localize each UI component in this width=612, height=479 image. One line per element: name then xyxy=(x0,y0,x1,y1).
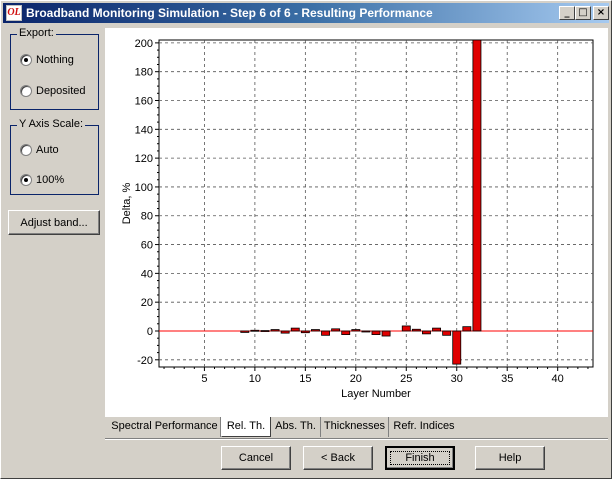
tab-label: Rel. Th. xyxy=(226,420,266,432)
x-tick-label: 30 xyxy=(451,373,463,385)
tab-thicknesses[interactable]: Thicknesses xyxy=(321,417,389,437)
tab-label: Spectral Performance xyxy=(111,420,218,432)
y-tick-label: 0 xyxy=(147,326,153,338)
separator xyxy=(105,438,608,440)
x-tick-label: 20 xyxy=(350,373,362,385)
bar xyxy=(462,326,472,332)
plot-frame xyxy=(158,39,594,368)
y-tick-label: 180 xyxy=(135,67,153,79)
window-title: Broadband Monitoring Simulation - Step 6… xyxy=(26,6,433,20)
tab-label: Refr. Indices xyxy=(393,420,455,432)
bar xyxy=(452,330,462,365)
adjust-band-label: Adjust band... xyxy=(20,216,88,229)
bar xyxy=(442,330,452,336)
export-group-label: Export: xyxy=(17,27,56,39)
y-tick-label: 120 xyxy=(135,153,153,165)
y-axis-label: Delta, % xyxy=(121,182,133,224)
radio-label: Nothing xyxy=(36,54,74,66)
radio-indicator[interactable] xyxy=(20,85,32,97)
bar xyxy=(260,330,270,332)
y-tick-label: 160 xyxy=(135,96,153,108)
bar xyxy=(432,327,441,332)
radio-label: Deposited xyxy=(36,85,86,97)
tab-label: Thicknesses xyxy=(323,420,386,432)
tab-spectral-performance[interactable]: Spectral Performance xyxy=(109,417,221,437)
bar xyxy=(250,329,260,332)
tab-strip: Spectral Performance Rel. Th. Abs. Th. T… xyxy=(105,417,608,437)
bar xyxy=(422,330,431,335)
bar xyxy=(472,39,482,332)
x-tick-label: 10 xyxy=(249,373,261,385)
maximize-button[interactable]: □ xyxy=(575,6,591,20)
x-tick-label: 15 xyxy=(299,373,311,385)
delta-chart: -20 0 20 40 60 80 100 120 140 160 180 200 5 10 15 20 25 3… xyxy=(121,38,594,400)
bar xyxy=(411,328,421,332)
x-tick-label: 35 xyxy=(501,373,513,385)
bar xyxy=(321,330,330,336)
bar xyxy=(341,330,351,335)
bar xyxy=(290,327,300,332)
bar xyxy=(300,330,310,334)
bar xyxy=(381,330,391,337)
tab-abs-th[interactable]: Abs. Th. xyxy=(271,417,321,437)
radio-indicator[interactable] xyxy=(20,54,32,66)
back-button[interactable]: < Back xyxy=(303,446,373,470)
x-axis-label: Layer Number xyxy=(341,388,411,400)
adjust-band-button[interactable]: Adjust band... xyxy=(8,210,100,235)
y-tick-label: 140 xyxy=(135,124,153,136)
bar xyxy=(351,329,361,332)
wizard-window: OL Broadband Monitoring Simulation - Ste… xyxy=(0,0,612,479)
app-icon: OL xyxy=(6,5,22,21)
y-tick-label: -20 xyxy=(137,355,153,367)
minimize-button[interactable]: _ xyxy=(559,6,575,20)
radio-label: Auto xyxy=(36,144,59,156)
x-tick-label: 5 xyxy=(201,373,207,385)
bar xyxy=(401,325,411,332)
close-button[interactable]: × xyxy=(593,6,609,20)
finish-button[interactable]: Finish xyxy=(385,446,455,470)
y-tick-label: 20 xyxy=(141,297,153,309)
y-tick-label: 200 xyxy=(135,38,153,50)
yaxis-group-label: Y Axis Scale: xyxy=(17,118,85,130)
bar xyxy=(371,330,381,335)
title-bar[interactable]: OL Broadband Monitoring Simulation - Ste… xyxy=(3,3,609,23)
cancel-label: Cancel xyxy=(238,452,274,464)
y-tick-label: 40 xyxy=(141,268,153,280)
yaxis-scale-group: Y Axis Scale: Auto 100% xyxy=(10,118,99,195)
radio-indicator[interactable] xyxy=(20,174,32,186)
radio-indicator[interactable] xyxy=(20,144,32,156)
export-group: Export: Nothing Deposited xyxy=(10,27,99,110)
bar xyxy=(280,330,290,334)
x-tick-label: 40 xyxy=(552,373,564,385)
app-icon-text: OL xyxy=(7,7,21,18)
bar xyxy=(270,329,280,332)
help-button[interactable]: Help xyxy=(475,446,545,470)
y-tick-label: 60 xyxy=(141,240,153,252)
help-label: Help xyxy=(498,452,522,464)
bar xyxy=(361,330,371,333)
bar xyxy=(331,328,341,332)
bar xyxy=(311,329,320,332)
tab-rel-th[interactable]: Rel. Th. xyxy=(221,417,271,437)
bar xyxy=(240,330,250,333)
radio-label: 100% xyxy=(36,174,65,186)
tab-label: Abs. Th. xyxy=(275,420,316,432)
back-label: < Back xyxy=(321,452,355,464)
finish-label: Finish xyxy=(405,452,435,464)
y-tick-label: 80 xyxy=(141,211,153,223)
x-tick-label: 25 xyxy=(400,373,412,385)
tab-refr-indices[interactable]: Refr. Indices xyxy=(389,417,459,437)
y-tick-label: 100 xyxy=(135,182,153,194)
chart-area: -20 0 20 40 60 80 100 120 140 160 180 200 5 10 15 20 25 3… xyxy=(105,28,608,417)
cancel-button[interactable]: Cancel xyxy=(221,446,291,470)
